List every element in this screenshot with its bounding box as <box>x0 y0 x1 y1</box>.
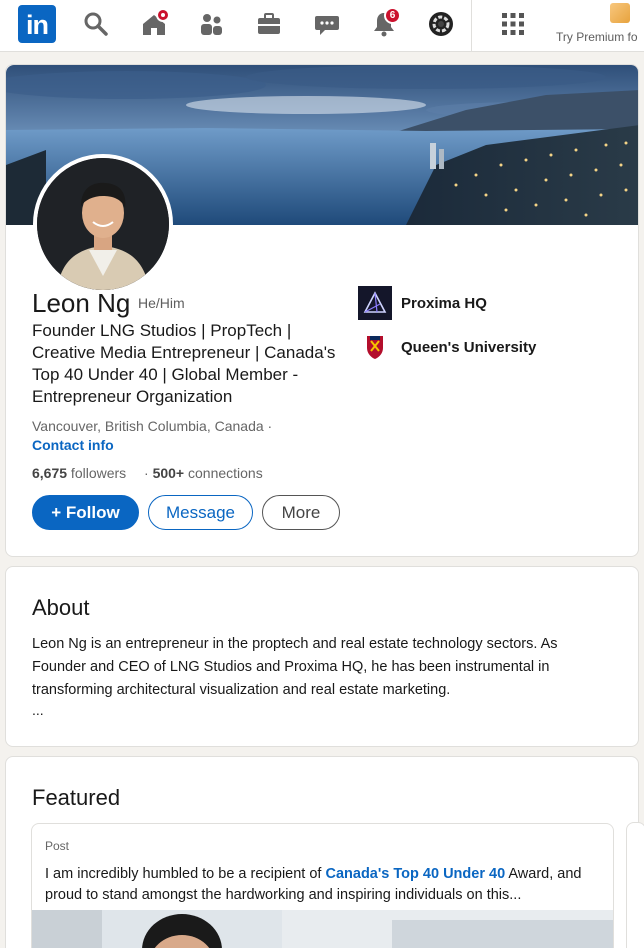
premium-icon[interactable] <box>610 3 630 23</box>
queens-crest-icon <box>358 330 392 364</box>
connections-count[interactable]: · 500+ connections <box>144 465 263 481</box>
contact-info-link[interactable]: Contact info <box>32 437 114 453</box>
profile-name: Leon Ng <box>32 288 131 318</box>
about-title: About <box>32 595 90 620</box>
profile-photo[interactable] <box>33 154 173 294</box>
home-notification-dot <box>156 8 170 22</box>
message-button[interactable]: Message <box>148 495 253 530</box>
connections-number: 500+ <box>152 465 185 481</box>
more-button[interactable]: More <box>262 495 340 530</box>
search-icon[interactable] <box>82 10 110 38</box>
featured-card: Featured Post I am incredibly humbled to… <box>5 756 639 948</box>
linkedin-logo[interactable]: in <box>18 5 56 43</box>
connections-separator: · <box>144 465 153 481</box>
proxima-logo-icon <box>358 286 392 320</box>
about-card: About Leon Ng is an entrepreneur in the … <box>5 566 639 747</box>
about-see-more[interactable]: ... <box>32 702 44 718</box>
try-premium-link[interactable]: Try Premium fo <box>556 30 638 44</box>
apps-grid-icon[interactable] <box>499 10 527 38</box>
post-type-label: Post <box>45 839 70 853</box>
followers-label: followers <box>67 465 127 481</box>
org-name: Queen's University <box>401 339 537 356</box>
profile-pronouns: He/Him <box>138 295 185 311</box>
org-name: Proxima HQ <box>401 295 487 312</box>
about-text: Leon Ng is an entrepreneur in the propte… <box>32 636 558 698</box>
next-featured-peek[interactable] <box>626 822 644 948</box>
connections-label: connections <box>184 465 263 481</box>
followers-number: 6,675 <box>32 465 68 481</box>
followers-count[interactable]: 6,675 followers <box>32 465 126 481</box>
profile-card: Leon Ng He/Him Founder LNG Studios | Pro… <box>5 64 639 557</box>
network-icon[interactable] <box>198 10 226 38</box>
notifications-bell-icon[interactable]: 6 <box>370 7 401 38</box>
featured-post[interactable]: Post I am incredibly humbled to be a rec… <box>31 823 614 948</box>
jobs-briefcase-icon[interactable] <box>255 10 283 38</box>
profile-avatar-icon[interactable] <box>427 10 455 38</box>
post-text: I am incredibly humbled to be a recipien… <box>45 864 605 906</box>
notifications-count-badge: 6 <box>384 7 401 24</box>
featured-title: Featured <box>32 785 121 810</box>
home-icon[interactable] <box>140 8 170 38</box>
nav-divider <box>471 0 472 52</box>
post-image[interactable] <box>32 910 613 948</box>
post-link[interactable]: Canada's Top 40 Under 40 <box>325 866 505 882</box>
follow-button[interactable]: + Follow <box>32 495 139 530</box>
profile-headline: Founder LNG Studios | PropTech | Creativ… <box>32 321 336 406</box>
top-nav: in 6 Try Premium fo <box>0 0 644 52</box>
profile-location: Vancouver, British Columbia, Canada · <box>32 418 273 434</box>
post-text-start: I am incredibly humbled to be a recipien… <box>45 866 326 882</box>
messaging-icon[interactable] <box>313 10 341 38</box>
